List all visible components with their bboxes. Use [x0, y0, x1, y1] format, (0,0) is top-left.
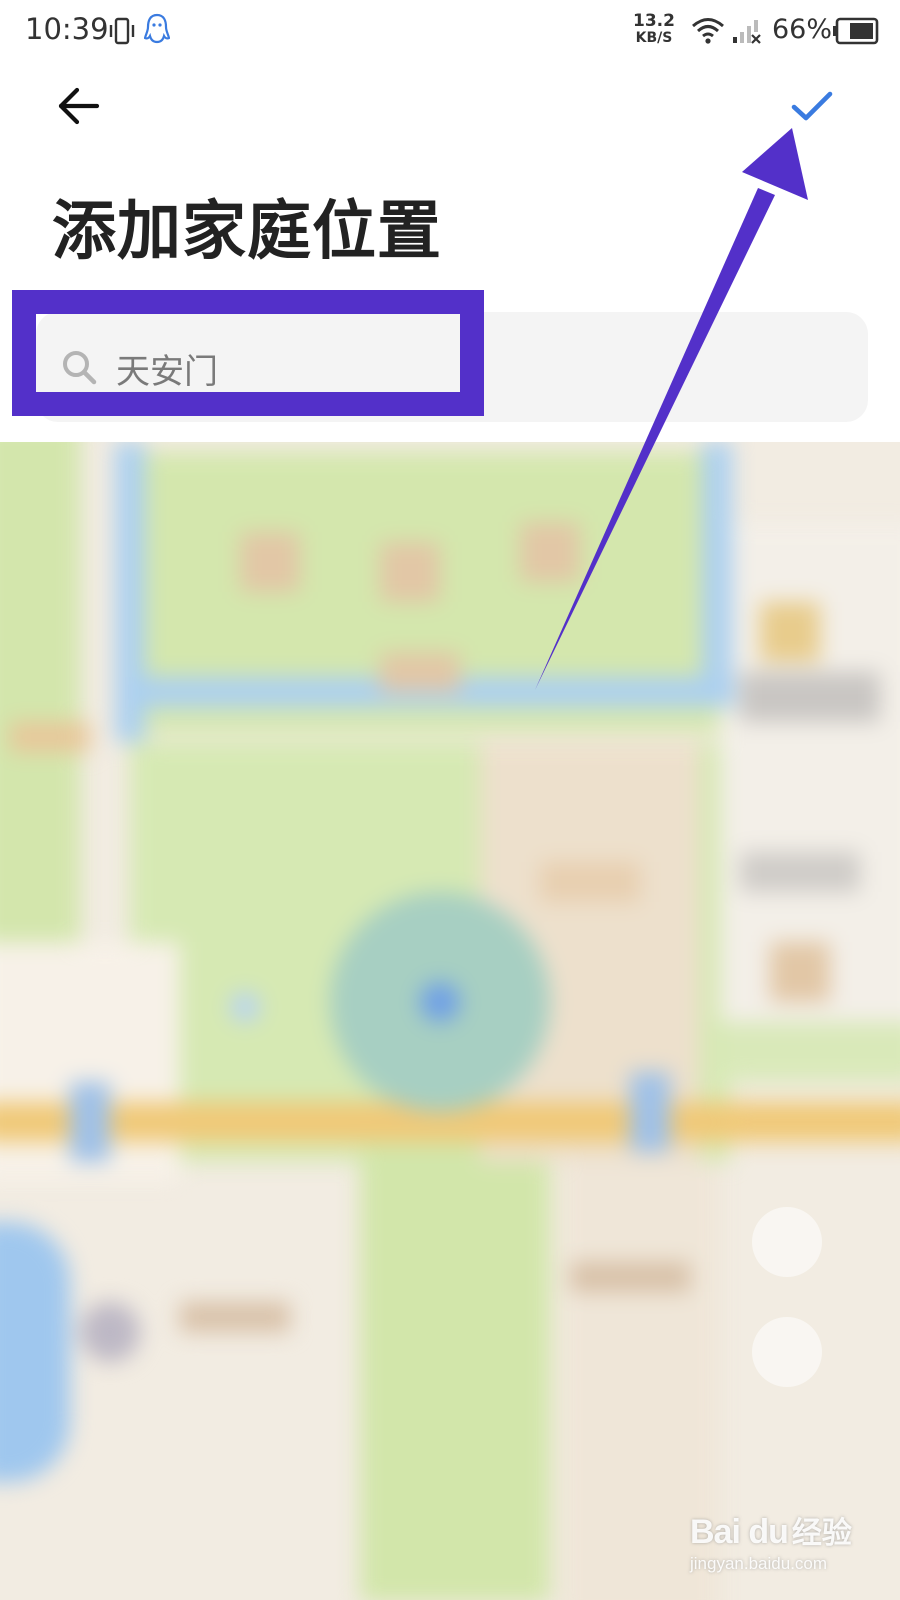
- map-view[interactable]: [0, 442, 900, 1600]
- map-tiles: [0, 442, 900, 1600]
- battery-percent: 66%: [772, 14, 833, 45]
- network-speed: 13.2 KB/S: [632, 13, 676, 47]
- watermark-brand: Bai du: [690, 1513, 789, 1551]
- confirm-button[interactable]: [784, 78, 840, 134]
- vibrate-icon: [107, 16, 137, 50]
- watermark-url: jingyan.baidu.com: [690, 1554, 828, 1573]
- qq-icon: [143, 13, 171, 51]
- zoom-out-button[interactable]: [752, 1317, 822, 1387]
- status-time: 10:39: [25, 12, 109, 46]
- check-icon: [791, 91, 833, 121]
- wifi-icon: [690, 15, 726, 49]
- watermark-brand-cn: 经验: [791, 1516, 852, 1551]
- arrow-left-icon: [58, 87, 100, 125]
- baidu-watermark: Bai du 经验 jingyan.baidu.com: [690, 1508, 870, 1574]
- battery-icon: [832, 17, 880, 49]
- signal-icon: [732, 17, 762, 49]
- search-input[interactable]: 天安门: [36, 312, 868, 422]
- phone-screen: 10:39 13.2 KB/S 66% 添加家庭位置 天安门 Bai du 经验…: [0, 0, 900, 1600]
- network-speed-value: 13.2: [633, 11, 675, 31]
- zoom-in-button[interactable]: [752, 1207, 822, 1277]
- status-bar: 10:39 13.2 KB/S 66%: [0, 0, 900, 66]
- network-speed-unit: KB/S: [635, 30, 673, 46]
- search-value: 天安门: [116, 352, 218, 392]
- page-title: 添加家庭位置: [52, 195, 442, 269]
- search-icon: [60, 348, 100, 392]
- back-button[interactable]: [50, 78, 106, 134]
